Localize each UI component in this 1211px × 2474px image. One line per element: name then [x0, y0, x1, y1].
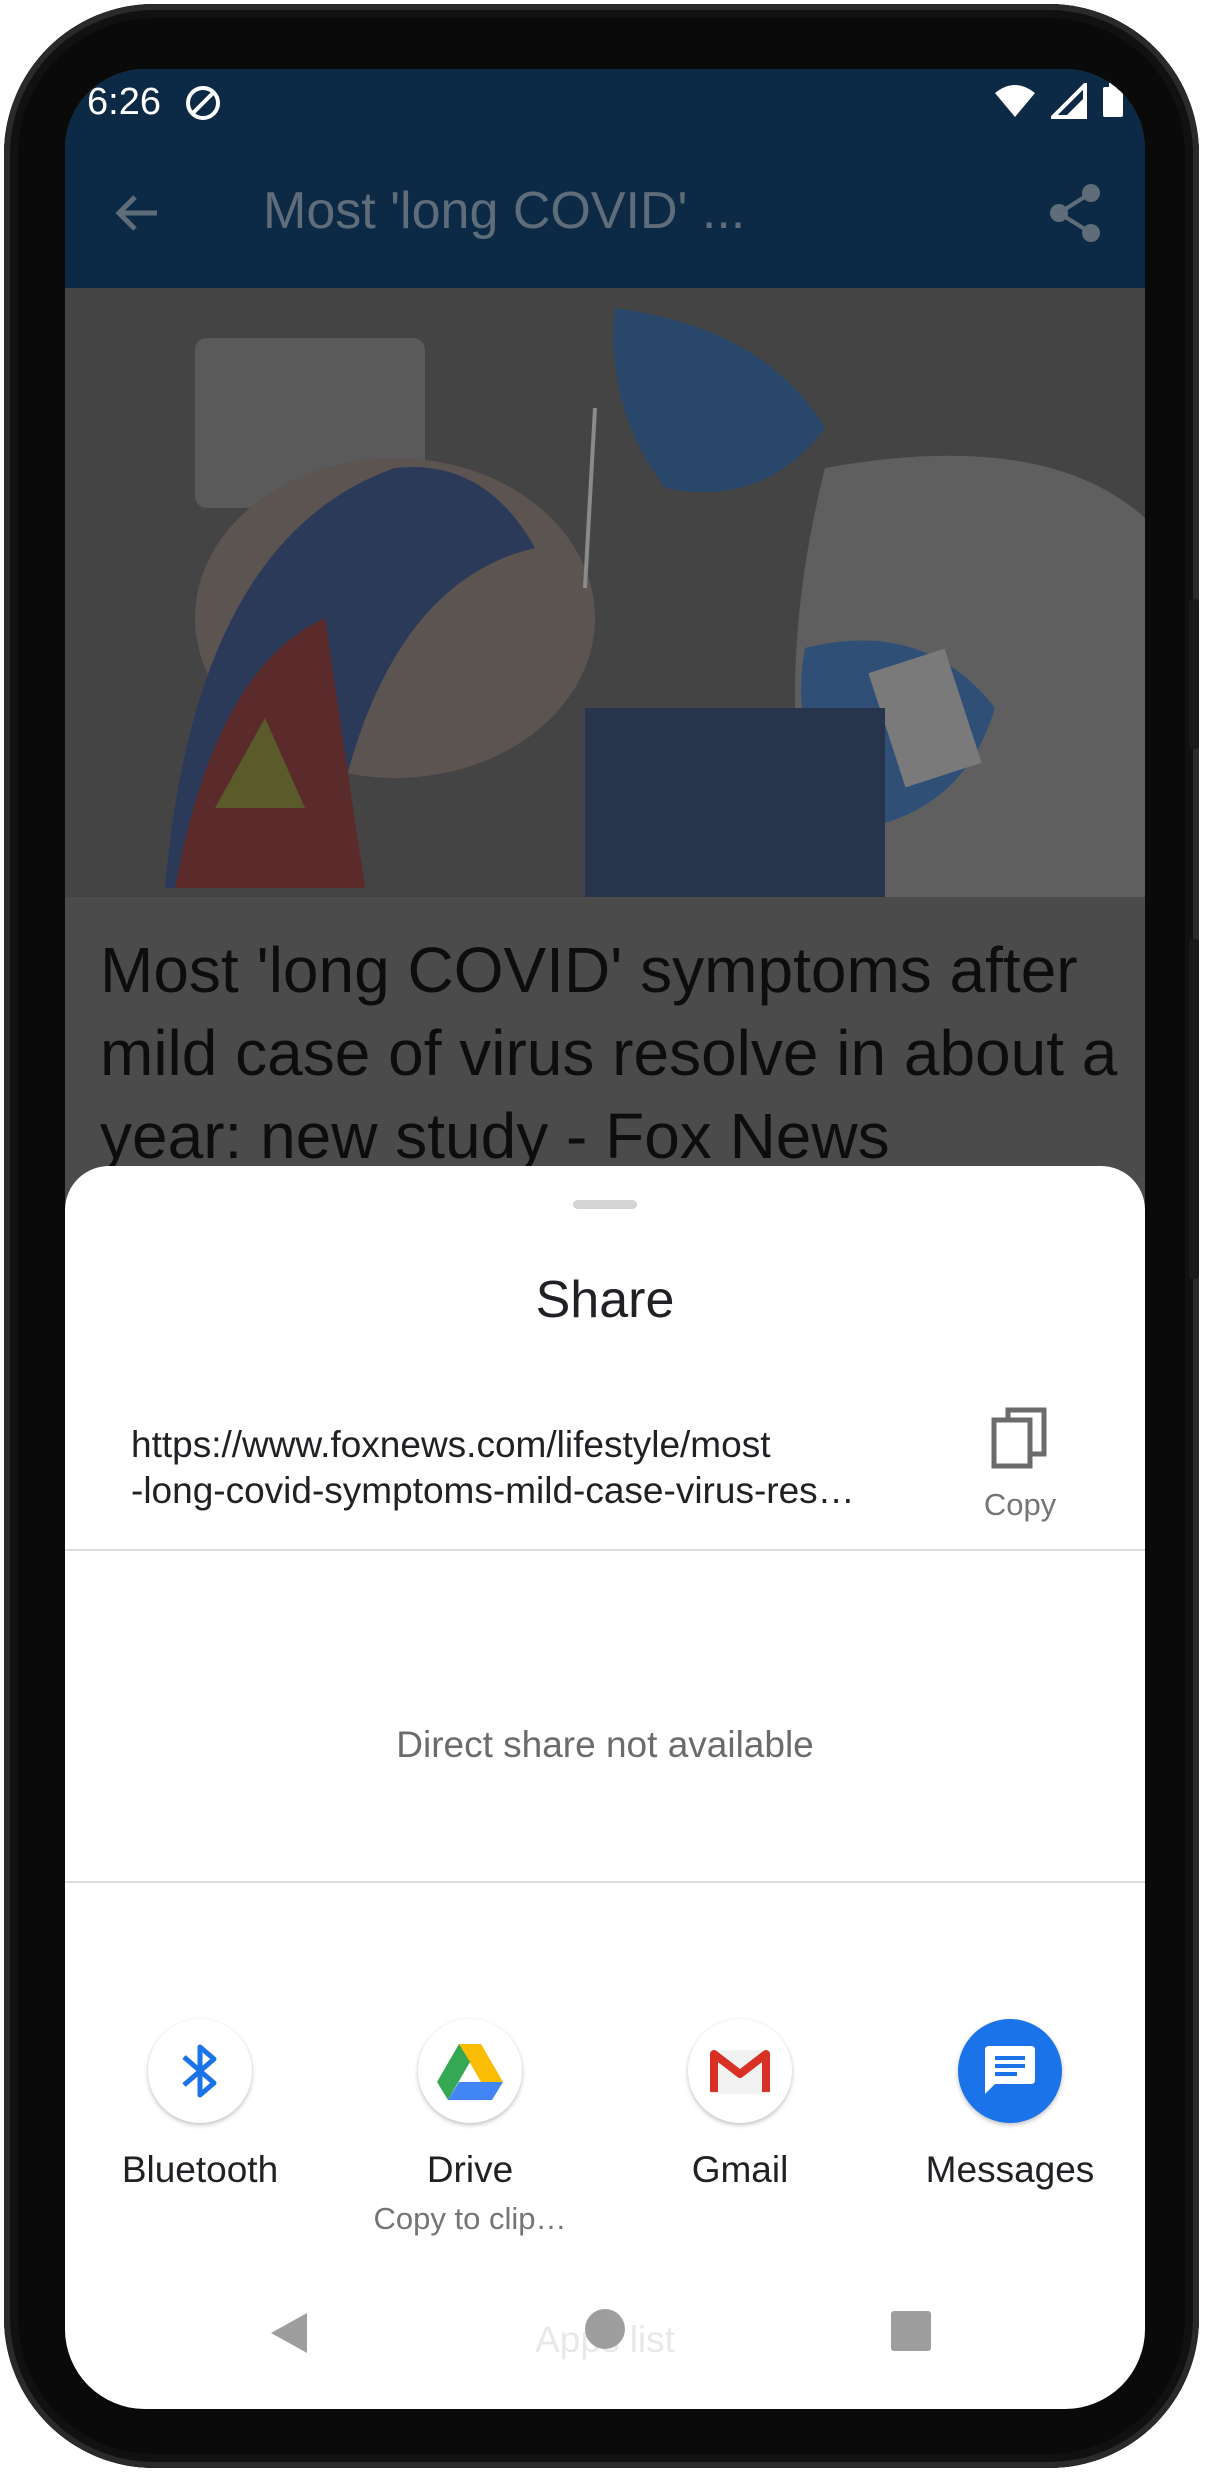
share-target-label: Gmail [691, 2149, 789, 2190]
share-icon[interactable] [1047, 183, 1103, 243]
status-bar: 6:26 [65, 69, 1145, 135]
cellular-signal-icon [1051, 83, 1087, 119]
power-button [1189, 599, 1199, 749]
battery-icon [1103, 83, 1123, 117]
article-hero-image [65, 288, 1145, 897]
share-target-drive[interactable]: Drive Copy to clip… [335, 2019, 605, 2237]
direct-share-message: Direct share not available [396, 1724, 814, 1765]
covid-test-photo [65, 288, 1145, 897]
wifi-icon [995, 85, 1035, 117]
shared-url-line1: https://www.foxnews.com/lifestyle/most [131, 1424, 771, 1465]
copy-button[interactable]: Copy [955, 1406, 1085, 1546]
navigation-bar: Apps list [65, 2289, 1145, 2409]
status-icons [993, 83, 1125, 119]
status-time: 6:26 [87, 81, 161, 123]
copy-label: Copy [983, 1487, 1057, 1522]
sheet-drag-handle[interactable] [573, 1200, 637, 1209]
do-not-disturb-icon [186, 86, 220, 120]
bluetooth-icon [182, 2044, 217, 2098]
messages-icon [985, 2046, 1035, 2094]
share-target-messages[interactable]: Messages [875, 2019, 1145, 2191]
shared-url-line2: -long-covid-symptoms-mild-case-virus-res… [131, 1470, 855, 1511]
share-target-sublabel: Copy to clip… [373, 2201, 567, 2236]
shared-url: https://www.foxnews.com/lifestyle/most -… [131, 1422, 861, 1514]
share-sheet-title: Share [535, 1271, 675, 1329]
divider-bottom [65, 1881, 1145, 1883]
app-bar: Most 'long COVID' ... [65, 135, 1145, 288]
gmail-app-icon [688, 2019, 792, 2123]
google-drive-icon [437, 2044, 503, 2100]
bluetooth-app-icon [148, 2019, 252, 2123]
nav-home-button[interactable] [585, 2309, 625, 2349]
back-arrow-icon[interactable] [109, 185, 165, 241]
nav-recents-button[interactable] [891, 2311, 931, 2351]
drive-app-icon [418, 2019, 522, 2123]
share-target-bluetooth[interactable]: Bluetooth [65, 2019, 335, 2191]
share-sheet: Share https://www.foxnews.com/lifestyle/… [65, 1166, 1145, 2409]
screen: 6:26 Most 'long COVID' ... Most 'long CO… [65, 69, 1145, 2409]
app-bar-title: Most 'long COVID' ... [263, 182, 746, 240]
volume-button [1189, 939, 1199, 1279]
messages-app-icon [958, 2019, 1062, 2123]
share-target-label: Messages [925, 2149, 1095, 2190]
copy-icon [991, 1407, 1047, 1469]
phone-frame: 6:26 Most 'long COVID' ... Most 'long CO… [4, 4, 1199, 2468]
nav-back-icon[interactable] [269, 2311, 309, 2355]
divider-top [65, 1549, 1145, 1551]
article-title: Most 'long COVID' symptoms after mild ca… [100, 934, 1118, 1172]
share-target-label: Bluetooth [121, 2149, 279, 2190]
share-target-label: Drive [426, 2149, 514, 2190]
share-target-gmail[interactable]: Gmail [605, 2019, 875, 2191]
gmail-icon [710, 2050, 770, 2094]
